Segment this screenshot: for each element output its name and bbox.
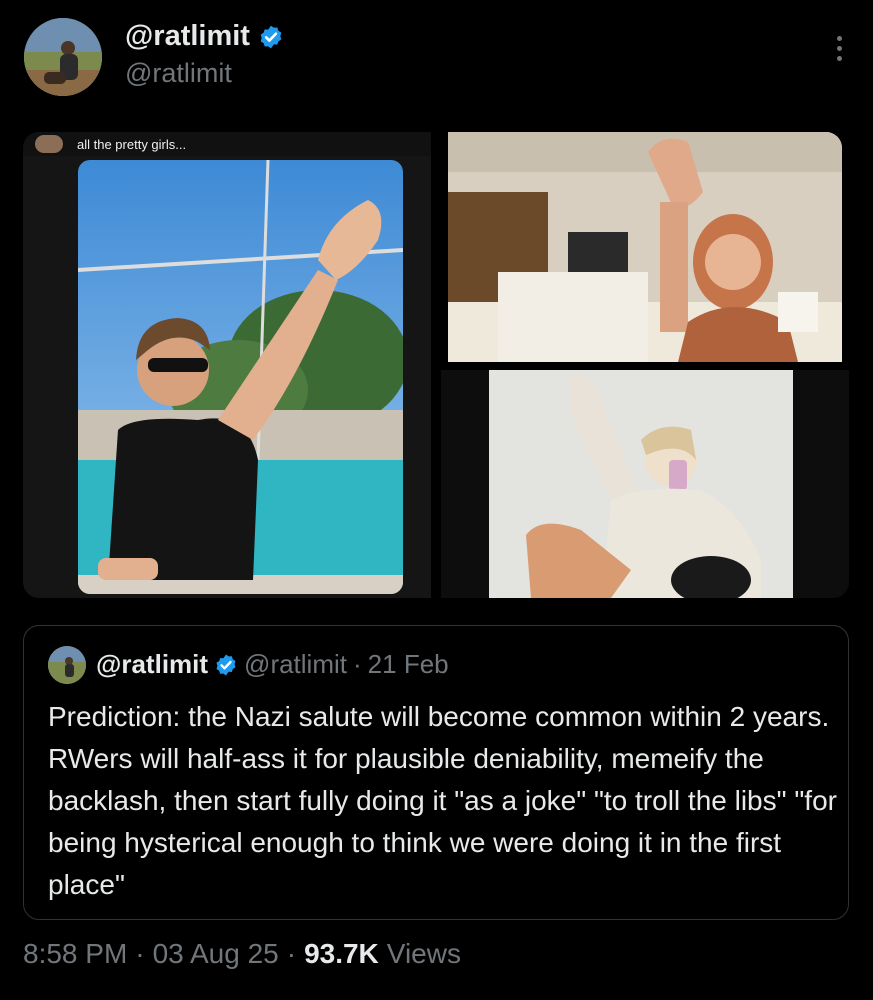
quoted-tweet-card[interactable]: @ratlimit @ratlimit · 21 Feb Prediction:… [23,625,849,920]
verified-badge-icon [258,24,284,50]
caption-avatar [35,135,63,153]
display-name-text: @ratlimit [125,20,250,52]
quoted-tweet-header: @ratlimit @ratlimit · 21 Feb [96,649,449,680]
views-label: Views [386,938,461,969]
meta-separator: · [286,938,297,969]
verified-badge-icon [214,653,238,677]
quoted-author-avatar[interactable] [48,646,86,684]
caption-strip: all the pretty girls... [23,132,431,156]
media-image-bottom-right[interactable] [441,370,849,598]
views-count[interactable]: 93.7K [304,938,379,970]
pool-photo [78,160,403,594]
caption-text: all the pretty girls... [77,136,187,152]
more-options-icon[interactable] [835,36,843,66]
meta-separator: · [135,938,145,969]
tweet-time[interactable]: 8:58 PM [23,938,127,970]
quoted-tweet-text: Prediction: the Nazi salute will become … [48,701,837,900]
media-image-left[interactable]: all the pretty girls... [23,132,431,598]
quoted-handle[interactable]: @ratlimit [244,649,347,680]
author-handle[interactable]: @ratlimit [125,58,232,89]
quoted-date[interactable]: 21 Feb [368,649,449,680]
author-display-name[interactable]: @ratlimit [125,20,284,53]
quoted-separator: · [353,649,362,679]
media-image-top-right[interactable] [448,132,842,362]
quoted-display-name[interactable]: @ratlimit [96,649,208,680]
tweet-meta: 8:58 PM · 03 Aug 25 · 93.7K Views [23,938,461,970]
tweet-date[interactable]: 03 Aug 25 [153,938,279,970]
author-avatar[interactable] [24,18,102,96]
